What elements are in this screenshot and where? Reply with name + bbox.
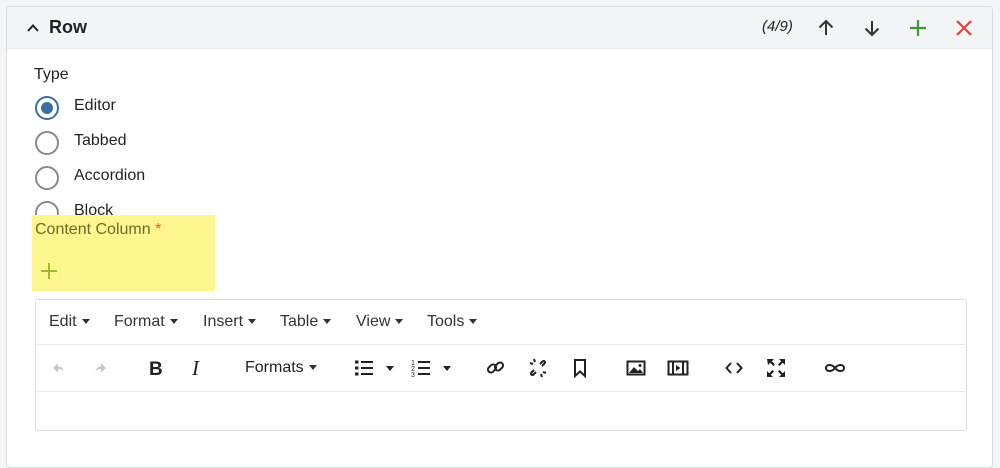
radio-button[interactable] <box>35 131 59 155</box>
redo-button[interactable] <box>93 357 109 379</box>
caret-down-icon <box>248 319 257 325</box>
required-marker: * <box>155 221 162 238</box>
unlink-icon <box>529 358 547 378</box>
menu-label: Table <box>280 313 319 330</box>
chevron-up-icon[interactable] <box>25 20 41 36</box>
remove-row-button[interactable] <box>952 16 976 40</box>
radio-button[interactable] <box>35 166 59 190</box>
numbered-list-button[interactable]: 1 2 3 <box>411 357 457 379</box>
menu-insert[interactable]: Insert <box>203 313 257 331</box>
bold-button[interactable]: B <box>148 357 164 379</box>
menu-format[interactable]: Format <box>114 313 178 331</box>
link-icon <box>486 361 505 374</box>
caret-down-icon <box>395 319 404 325</box>
add-row-button[interactable] <box>906 16 930 40</box>
panel-title: Row <box>49 17 87 37</box>
source-code-button[interactable] <box>724 357 744 379</box>
menu-table[interactable]: Table <box>280 313 332 331</box>
arrow-up-icon <box>818 19 834 35</box>
bookmark-icon <box>574 359 586 379</box>
editor-toolbar: B I Formats 1 2 3 <box>36 345 966 392</box>
content-column-label-text: Content Column <box>35 221 151 238</box>
radio-label: Accordion <box>74 167 146 184</box>
caret-down-icon <box>81 319 90 325</box>
italic-icon: I <box>191 357 200 379</box>
radio-label: Tabbed <box>74 132 127 149</box>
redo-icon <box>95 363 106 373</box>
close-icon <box>956 20 972 36</box>
caret-down-icon <box>469 319 478 325</box>
bullet-list-icon <box>355 360 394 376</box>
unlink-button[interactable] <box>528 357 548 379</box>
undo-icon <box>53 363 64 373</box>
row-panel: Row (4/9) Type Editor Tabbed Accordion B… <box>6 6 993 468</box>
anchor-button[interactable] <box>572 357 588 379</box>
content-column-label: Content Column * <box>35 221 161 239</box>
caret-down-icon <box>308 365 317 371</box>
menu-label: View <box>356 313 391 330</box>
formats-dropdown[interactable]: Formats <box>245 359 317 377</box>
bullet-list-button[interactable] <box>354 357 400 379</box>
code-icon <box>725 362 743 374</box>
undo-button[interactable] <box>50 357 66 379</box>
numbered-list-icon: 1 2 3 <box>411 360 451 379</box>
move-up-button[interactable] <box>814 16 838 40</box>
fullscreen-button[interactable] <box>766 357 786 379</box>
italic-button[interactable]: I <box>191 357 207 379</box>
editor-menubar: Edit Format Insert Table View Tools <box>36 300 966 345</box>
arrow-down-icon <box>864 21 880 37</box>
menu-tools[interactable]: Tools <box>427 313 478 331</box>
menu-label: Edit <box>49 313 77 330</box>
svg-text:I: I <box>191 357 200 379</box>
menu-label: Insert <box>203 313 244 330</box>
type-label: Type <box>34 66 69 83</box>
radio-button[interactable] <box>35 96 59 120</box>
svg-text:B: B <box>149 359 163 379</box>
image-button[interactable] <box>626 357 646 379</box>
link-button[interactable] <box>486 357 506 379</box>
menu-label: Tools <box>427 313 465 330</box>
media-icon <box>667 360 689 376</box>
menu-edit[interactable]: Edit <box>49 313 90 331</box>
radio-label: Editor <box>74 97 116 114</box>
move-down-button[interactable] <box>860 16 884 40</box>
plus-icon <box>910 20 926 36</box>
fullscreen-icon <box>767 359 785 377</box>
bold-icon: B <box>149 359 163 379</box>
image-icon <box>626 360 646 376</box>
infinity-icon <box>824 364 846 372</box>
panel-header: Row (4/9) <box>7 7 992 49</box>
svg-text:3: 3 <box>411 372 415 379</box>
formats-label: Formats <box>245 359 304 376</box>
plus-icon <box>41 263 57 279</box>
menu-label: Format <box>114 313 165 330</box>
rich-text-editor: Edit Format Insert Table View Tools B I … <box>35 299 967 431</box>
infinity-button[interactable] <box>823 357 847 379</box>
media-button[interactable] <box>667 357 689 379</box>
caret-down-icon <box>169 319 178 325</box>
menu-view[interactable]: View <box>356 313 404 331</box>
add-content-button[interactable] <box>40 262 58 280</box>
position-indicator: (4/9) <box>762 18 793 35</box>
caret-down-icon <box>323 319 332 325</box>
content-column-field: Content Column * <box>32 215 215 291</box>
